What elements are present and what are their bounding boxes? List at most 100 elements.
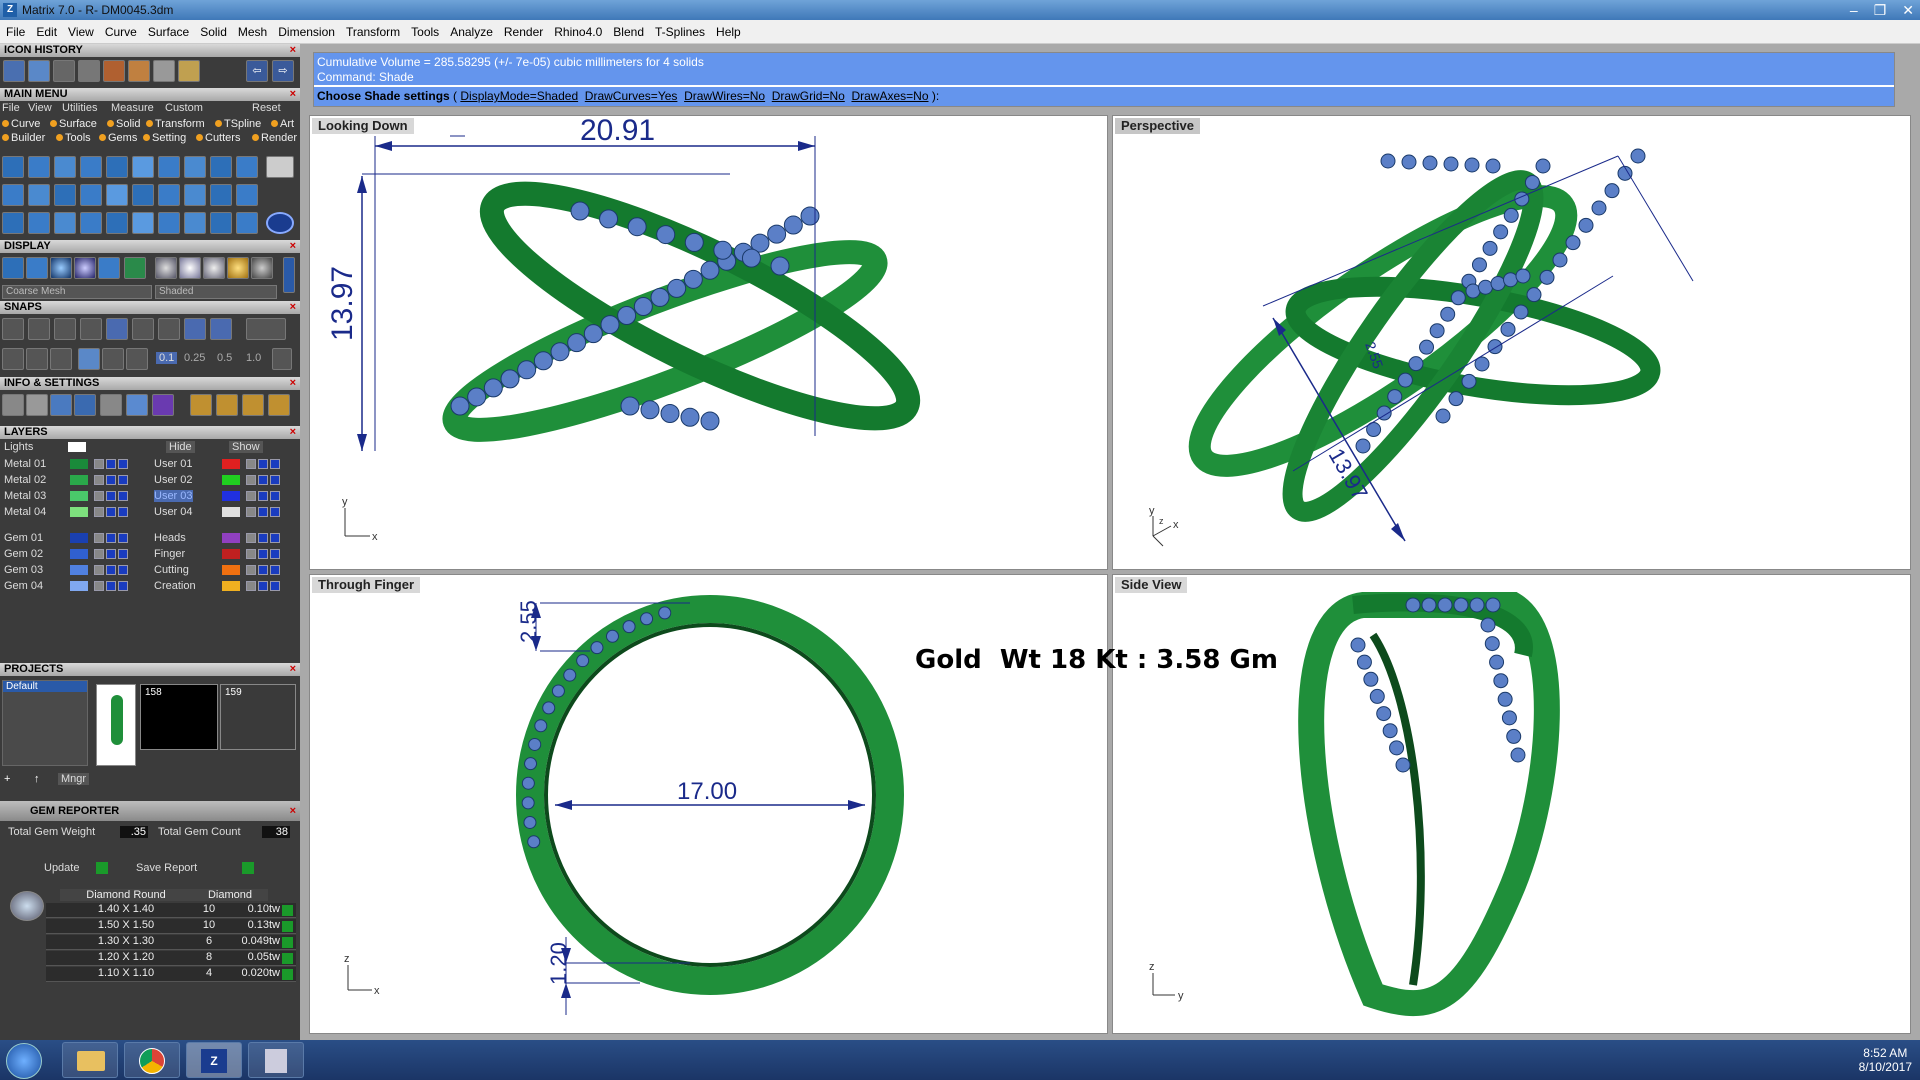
main-menu-transform[interactable]: Transform: [146, 118, 205, 130]
layer-toggle-icon[interactable]: [118, 549, 128, 559]
history-tool-icon[interactable]: [153, 60, 175, 82]
layer-name-right[interactable]: Heads: [154, 532, 186, 544]
snap-value-1-0[interactable]: 1.0: [246, 352, 261, 364]
tool-icon[interactable]: [28, 156, 50, 178]
layer-toggle-icon[interactable]: [106, 565, 116, 575]
menu-solid[interactable]: Solid: [200, 25, 227, 39]
sphere-icon[interactable]: [251, 257, 273, 279]
menu-render[interactable]: Render: [504, 25, 543, 39]
snap-icon[interactable]: [50, 348, 72, 370]
tool-icon[interactable]: [158, 184, 180, 206]
main-menu-setting[interactable]: Setting: [143, 132, 186, 144]
layer-toggle-icon[interactable]: [258, 581, 268, 591]
snap-icon[interactable]: [158, 318, 180, 340]
display-mode-select[interactable]: Shaded: [155, 285, 277, 299]
snap-icon[interactable]: [102, 348, 124, 370]
system-clock[interactable]: 8:52 AM 8/10/2017: [1859, 1046, 1912, 1074]
tool-icon[interactable]: [54, 156, 76, 178]
sphere-icon[interactable]: [74, 257, 96, 279]
layer-toggle-icon[interactable]: [270, 507, 280, 517]
gem-table-row[interactable]: 1.10 X 1.10 4 0.020tw: [46, 967, 296, 982]
gem-table-row[interactable]: 1.50 X 1.50 10 0.13tw: [46, 919, 296, 934]
layer-color-swatch[interactable]: [222, 491, 240, 501]
tool-icon[interactable]: [2, 156, 24, 178]
history-tool-icon[interactable]: [128, 60, 150, 82]
tool-icon[interactable]: [236, 212, 258, 234]
tool-icon[interactable]: [132, 212, 154, 234]
layer-toggle-icon[interactable]: [94, 507, 104, 517]
tool-icon[interactable]: [54, 184, 76, 206]
layer-toggle-icon[interactable]: [246, 507, 256, 517]
maximize-button[interactable]: ❐: [1874, 2, 1887, 19]
history-tool-icon[interactable]: [53, 60, 75, 82]
grid-snap-icon[interactable]: [2, 348, 24, 370]
tool-icon[interactable]: [132, 184, 154, 206]
option-drawcurves[interactable]: DrawCurves=Yes: [585, 89, 678, 103]
layer-toggle-icon[interactable]: [94, 533, 104, 543]
settings-icon[interactable]: [2, 394, 24, 416]
tool-icon[interactable]: [132, 156, 154, 178]
menu-help[interactable]: Help: [716, 25, 741, 39]
tool-icon[interactable]: [54, 212, 76, 234]
layer-name-left[interactable]: Metal 01: [4, 458, 46, 470]
layer-name-left[interactable]: Gem 01: [4, 532, 43, 544]
main-menu-utilities[interactable]: Utilities: [62, 102, 97, 114]
info-tool-icon[interactable]: [100, 394, 122, 416]
layer-color-swatch[interactable]: [222, 565, 240, 575]
layer-name-right[interactable]: User 01: [154, 458, 193, 470]
main-menu-view[interactable]: View: [28, 102, 52, 114]
main-menu-reset[interactable]: Reset: [252, 102, 281, 114]
layer-toggle-icon[interactable]: [270, 459, 280, 469]
layer-toggle-icon[interactable]: [94, 459, 104, 469]
layer-toggle-icon[interactable]: [246, 533, 256, 543]
main-menu-builder[interactable]: Builder: [2, 132, 45, 144]
save-report-button[interactable]: Save Report: [136, 862, 197, 874]
tool-icon[interactable]: [184, 184, 206, 206]
main-menu-solid[interactable]: Solid: [107, 118, 140, 130]
tool-icon[interactable]: [80, 212, 102, 234]
play-icon[interactable]: [282, 937, 293, 948]
project-thumbnail[interactable]: 159: [220, 684, 296, 750]
project-thumbnail[interactable]: 158: [140, 684, 218, 750]
info-tool-icon[interactable]: [74, 394, 96, 416]
grid-icon[interactable]: [272, 348, 292, 370]
snap-icon[interactable]: [246, 318, 286, 340]
layer-name-left[interactable]: Gem 04: [4, 580, 43, 592]
layer-color-swatch[interactable]: [70, 491, 88, 501]
add-project-icon[interactable]: +: [4, 773, 10, 785]
viewport-looking-down[interactable]: Looking Down 20.91 13.97 y x: [309, 115, 1108, 570]
tool-icon[interactable]: [236, 184, 258, 206]
layer-toggle-icon[interactable]: [94, 581, 104, 591]
command-area[interactable]: Cumulative Volume = 285.58295 (+/- 7e-05…: [313, 52, 1895, 107]
layer-toggle-icon[interactable]: [246, 475, 256, 485]
history-tool-icon[interactable]: [78, 60, 100, 82]
option-displaymode[interactable]: DisplayMode=Shaded: [460, 89, 578, 103]
info-tool-icon[interactable]: [50, 394, 72, 416]
info-tool-icon[interactable]: [126, 394, 148, 416]
snap-icon[interactable]: [54, 318, 76, 340]
magnifier-icon[interactable]: [26, 394, 48, 416]
layer-color-swatch[interactable]: [222, 459, 240, 469]
layer-toggle-icon[interactable]: [106, 459, 116, 469]
history-tool-icon[interactable]: [178, 60, 200, 82]
snap-value-0-25[interactable]: 0.25: [184, 352, 205, 364]
menu-surface[interactable]: Surface: [148, 25, 189, 39]
tool-icon[interactable]: [106, 156, 128, 178]
close-icon[interactable]: ×: [290, 377, 296, 390]
project-thumbnail[interactable]: [96, 684, 136, 766]
option-drawaxes[interactable]: DrawAxes=No: [851, 89, 928, 103]
update-button[interactable]: Update: [44, 862, 79, 874]
layer-color-swatch[interactable]: [70, 475, 88, 485]
menu-curve[interactable]: Curve: [105, 25, 137, 39]
layer-color-swatch[interactable]: [70, 565, 88, 575]
layer-toggle-icon[interactable]: [94, 549, 104, 559]
tool-icon[interactable]: [210, 212, 232, 234]
start-button[interactable]: [6, 1043, 42, 1079]
layer-color-swatch[interactable]: [70, 459, 88, 469]
layer-color-swatch[interactable]: [222, 507, 240, 517]
menu-file[interactable]: File: [6, 25, 25, 39]
layer-color-swatch[interactable]: [222, 581, 240, 591]
layer-color-swatch[interactable]: [222, 549, 240, 559]
tool-icon[interactable]: [106, 212, 128, 234]
history-tool-icon[interactable]: [3, 60, 25, 82]
